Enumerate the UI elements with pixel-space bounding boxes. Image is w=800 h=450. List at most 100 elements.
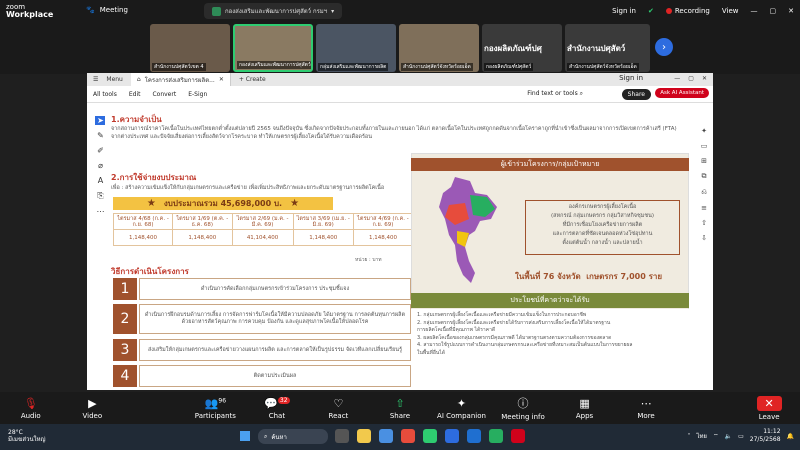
maximize-icon[interactable]: ▢ [770,7,777,15]
zoom-logo: zoom Workplace [6,3,53,19]
group-line: ที่มีการเชื่อมโยงเครือข่ายการผลิต [562,222,643,228]
meeting-info-label: Meeting info [501,413,545,421]
more-button[interactable]: ⋯ More [616,397,676,420]
attachment-icon[interactable]: ⎌ [701,188,707,197]
comment-icon[interactable]: ▭ [701,142,708,150]
clock-time: 11:12 [763,428,781,435]
people-icon: 👥96 [204,396,227,410]
menu-all-tools[interactable]: All tools [93,91,117,98]
tab-close-icon[interactable]: ✕ [219,76,224,83]
document-tab[interactable]: ⌂ โครงการส่งเสริมการผลิต... ✕ [130,73,231,86]
benefits-heading: ประโยชน์ที่คาดว่าจะได้รับ [411,293,689,308]
page-down-icon[interactable]: ⇩ [701,234,707,242]
more-label: More [637,411,655,420]
table-cell: ไตรมาส 2/69 (ม.ค. - มี.ค. 69) [231,213,294,230]
step-text: ติดตามประเมินผล [139,365,411,387]
zoom-app-icon[interactable] [445,429,459,443]
acrobat-icon[interactable] [511,429,525,443]
tab-title: โครงการส่งเสริมการผลิต... [144,76,215,84]
menu-icon[interactable]: ☰ [93,76,98,83]
menu-esign[interactable]: E-Sign [188,91,207,98]
stamp-tool-icon[interactable]: ⎘ [97,191,103,201]
language-indicator[interactable]: ไทย [696,431,707,441]
minimize-icon[interactable]: — [751,7,758,15]
draw-tool-icon[interactable]: ✐ [97,146,104,155]
explorer-icon[interactable] [357,429,371,443]
ask-ai-button[interactable]: Ask AI Assistant [655,88,709,98]
menu-convert[interactable]: Convert [152,91,176,98]
meeting-title-pill[interactable]: กองส่งเสริมและพัฒนาการปศุสัตว์ กรมฯ ▾ [204,3,343,19]
thumbnails-icon[interactable]: ⧉ [702,172,707,181]
chevron-up-icon[interactable]: ˄ [687,433,690,440]
find-tools[interactable]: Find text or tools ⌕ [527,90,583,98]
notification-icon[interactable]: 🔔 [787,433,794,440]
table-cell: ไตรมาส 1/69 (ต.ค. - ธ.ค. 68) [172,213,233,230]
leave-label: Leave [758,412,780,421]
video-tile[interactable]: กองผลิตภัณฑ์ปศุ กองผลิตภัณฑ์ปศุสัตว์ [482,24,562,72]
apps-button[interactable]: ▦ Apps [555,397,615,420]
ai-icon[interactable]: ✦ [701,127,707,135]
wifi-icon[interactable]: ⌔ [713,432,719,440]
windows-start-icon[interactable] [240,431,250,441]
next-page-icon[interactable]: › [655,38,673,56]
outlook-icon[interactable] [467,429,481,443]
video-tile[interactable]: สำนักงานปศุสัตว์เขต 4 [150,24,230,72]
line-icon[interactable] [489,429,503,443]
layers-icon[interactable]: ≡ [701,204,707,212]
acrobat-window: ☰ Menu ⌂ โครงการส่งเสริมการผลิต... ✕ + Cre… [87,73,713,390]
close-icon[interactable]: ✕ [788,7,794,15]
acrobat-sign-in[interactable]: Sign in [619,74,643,82]
video-tile[interactable]: สำนักงานปศุสัตว์จังหวัดร้อยเอ็ด [399,24,479,72]
menu-edit[interactable]: Edit [129,91,141,98]
close-icon[interactable]: ✕ [702,75,707,82]
recording-indicator[interactable]: Recording [665,7,710,15]
share-screen-button[interactable]: ⇧ Share [370,397,430,420]
video-tile[interactable]: กลุ่มส่งเสริมและพัฒนาการผลิต [316,24,396,72]
zoom-titlebar: zoom Workplace 🐾 Meeting กองส่งเสริมและพ… [0,0,800,22]
minimize-icon[interactable]: — [674,75,680,82]
page-up-icon[interactable]: ⇧ [701,219,707,227]
table-row: 1,148,400 1,148,400 41,104,400 1,148,400… [112,229,414,246]
comment-tool-icon[interactable]: ✎ [97,131,104,140]
section-budget-text: เพื่อ : สร้างความเข้มแข็งให้กับกลุ่มเกษต… [111,185,385,191]
highlight-tool-icon[interactable]: ⌀ [98,161,103,170]
store-icon[interactable] [379,429,393,443]
view-button[interactable]: View [722,7,739,15]
weather-widget[interactable]: 28°C มีเมฆส่วนใหญ่ [8,429,46,443]
group-line: ตั้งแต่ต้นน้ำ กลางน้ำ และปลายน้ำ [562,240,643,246]
zoom-sign-in[interactable]: Sign in [612,7,636,15]
meeting-info-button[interactable]: ⓘ Meeting info [493,395,553,421]
leave-button[interactable]: ✕ Leave [739,395,799,421]
more-tools-icon[interactable]: ⋯ [97,207,105,216]
menu-label[interactable]: Menu [106,76,122,83]
maximize-icon[interactable]: ▢ [688,75,694,82]
text-tool-icon[interactable]: A [98,176,103,185]
chat-button[interactable]: 💬 32 Chat [247,397,307,420]
chevron-down-icon: ▾ [331,7,335,15]
section-method-title: วิธีการดำเนินโครงการ [111,267,189,276]
tile-banner-text: กองผลิตภัณฑ์ปศุ [484,44,542,53]
speaker-icon[interactable]: 🔈 [725,433,732,440]
video-button[interactable]: ▶ Video [62,397,122,420]
battery-icon[interactable]: ▭ [738,433,744,440]
farmers-count: เกษตรกร 7,000 ราย [586,272,663,281]
recording-label: Recording [674,7,710,15]
ai-companion-button[interactable]: ✦ AI Companion [431,397,491,420]
step-number: 3 [113,339,137,361]
meeting-title: กองส่งเสริมและพัฒนาการปศุสัตว์ กรมฯ [225,8,328,15]
video-tile[interactable]: กองส่งเสริมและพัฒนาการปศุสัตว์ [233,24,313,72]
audio-button[interactable]: 🎙 Audio [1,397,61,420]
video-tile[interactable]: สำนักงานปศุสัตว์ สำนักงานปศุสัตว์จังหวัด… [565,24,650,72]
create-button[interactable]: + Create [239,76,266,83]
participants-button[interactable]: 👥96 Participants [185,397,245,420]
taskbar-search[interactable]: ⌕ ค้นหา [258,429,328,444]
target-group-box: องค์กรเกษตรกรผู้เลี้ยงโคเนื้อ (สหกรณ์ กล… [525,200,680,255]
clock[interactable]: 11:12 27/5/2568 [750,428,781,444]
share-button[interactable]: Share [621,89,651,100]
taskview-icon[interactable] [335,429,349,443]
bookmark-icon[interactable]: ⊞ [701,157,707,165]
chrome-icon[interactable] [401,429,415,443]
edge-icon[interactable] [423,429,437,443]
react-button[interactable]: ♡ React [308,397,368,420]
meeting-label[interactable]: 🐾 Meeting [86,6,128,14]
